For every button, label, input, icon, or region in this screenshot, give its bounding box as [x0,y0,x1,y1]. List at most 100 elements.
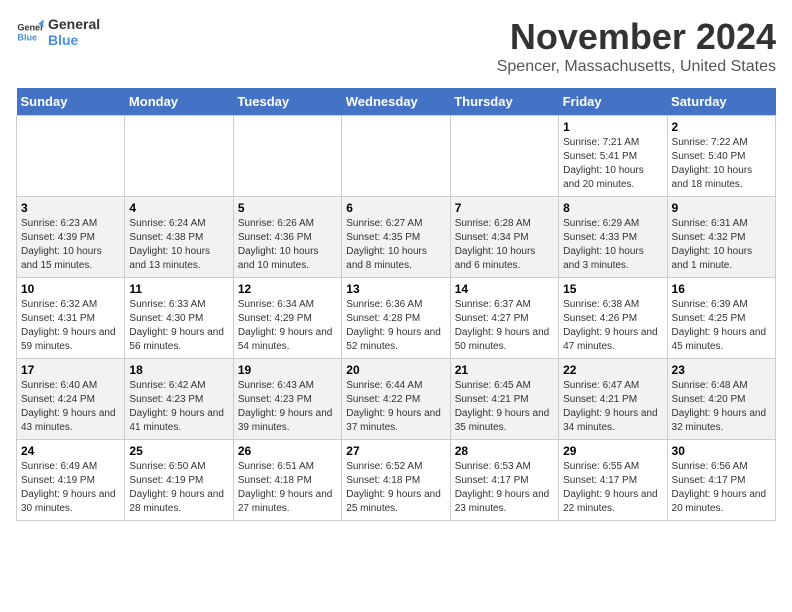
day-info: Sunrise: 6:39 AM Sunset: 4:25 PM Dayligh… [672,298,771,354]
calendar-cell: 11 Sunrise: 6:33 AM Sunset: 4:30 PM Dayli… [125,278,233,359]
location-title: Spencer, Massachusetts, United States [497,58,776,76]
day-info: Sunrise: 6:38 AM Sunset: 4:26 PM Dayligh… [563,298,662,354]
day-info: Sunrise: 6:32 AM Sunset: 4:31 PM Dayligh… [21,298,120,354]
day-info: Sunrise: 6:55 AM Sunset: 4:17 PM Dayligh… [563,460,662,516]
day-info: Sunrise: 6:24 AM Sunset: 4:38 PM Dayligh… [129,217,228,273]
calendar-week-row: 24 Sunrise: 6:49 AM Sunset: 4:19 PM Dayli… [17,440,776,521]
day-number: 27 [346,444,445,458]
calendar-cell: 17 Sunrise: 6:40 AM Sunset: 4:24 PM Dayli… [17,359,125,440]
day-info: Sunrise: 6:50 AM Sunset: 4:19 PM Dayligh… [129,460,228,516]
day-number: 15 [563,282,662,296]
day-number: 23 [672,363,771,377]
calendar-cell: 9 Sunrise: 6:31 AM Sunset: 4:32 PM Daylig… [667,197,775,278]
day-info: Sunrise: 6:47 AM Sunset: 4:21 PM Dayligh… [563,379,662,435]
day-info: Sunrise: 6:31 AM Sunset: 4:32 PM Dayligh… [672,217,771,273]
day-info: Sunrise: 6:43 AM Sunset: 4:23 PM Dayligh… [238,379,337,435]
calendar-cell: 2 Sunrise: 7:22 AM Sunset: 5:40 PM Daylig… [667,116,775,197]
calendar-cell: 16 Sunrise: 6:39 AM Sunset: 4:25 PM Dayli… [667,278,775,359]
day-number: 3 [21,201,120,215]
header-sunday: Sunday [17,88,125,116]
calendar-cell: 7 Sunrise: 6:28 AM Sunset: 4:34 PM Daylig… [450,197,558,278]
day-number: 24 [21,444,120,458]
day-number: 13 [346,282,445,296]
day-info: Sunrise: 6:26 AM Sunset: 4:36 PM Dayligh… [238,217,337,273]
calendar-header-row: SundayMondayTuesdayWednesdayThursdayFrid… [17,88,776,116]
calendar-cell: 4Sunrise: 6:24 AM Sunset: 4:38 PM Daylig… [125,197,233,278]
header-wednesday: Wednesday [342,88,450,116]
calendar-cell: 13 Sunrise: 6:36 AM Sunset: 4:28 PM Dayli… [342,278,450,359]
calendar-cell [450,116,558,197]
logo: General Blue General Blue [16,16,100,48]
day-number: 20 [346,363,445,377]
calendar-cell: 24 Sunrise: 6:49 AM Sunset: 4:19 PM Dayli… [17,440,125,521]
calendar-cell: 29 Sunrise: 6:55 AM Sunset: 4:17 PM Dayli… [559,440,667,521]
calendar-cell: 6 Sunrise: 6:27 AM Sunset: 4:35 PM Daylig… [342,197,450,278]
day-number: 25 [129,444,228,458]
calendar-cell: 14Sunrise: 6:37 AM Sunset: 4:27 PM Dayli… [450,278,558,359]
day-info: Sunrise: 7:22 AM Sunset: 5:40 PM Dayligh… [672,136,771,192]
day-number: 8 [563,201,662,215]
day-number: 30 [672,444,771,458]
svg-text:Blue: Blue [17,32,37,42]
day-info: Sunrise: 6:37 AM Sunset: 4:27 PM Dayligh… [455,298,554,354]
month-title: November 2024 [497,16,776,58]
header-monday: Monday [125,88,233,116]
day-info: Sunrise: 6:44 AM Sunset: 4:22 PM Dayligh… [346,379,445,435]
day-info: Sunrise: 6:23 AM Sunset: 4:39 PM Dayligh… [21,217,120,273]
page-header: General Blue General Blue November 2024 … [16,16,776,76]
day-number: 21 [455,363,554,377]
header-thursday: Thursday [450,88,558,116]
day-number: 26 [238,444,337,458]
day-number: 1 [563,120,662,134]
calendar-cell [233,116,341,197]
calendar-cell [125,116,233,197]
day-number: 17 [21,363,120,377]
day-number: 16 [672,282,771,296]
calendar-cell: 21 Sunrise: 6:45 AM Sunset: 4:21 PM Dayli… [450,359,558,440]
calendar-cell [342,116,450,197]
day-info: Sunrise: 6:29 AM Sunset: 4:33 PM Dayligh… [563,217,662,273]
calendar-cell: 25 Sunrise: 6:50 AM Sunset: 4:19 PM Dayli… [125,440,233,521]
day-info: Sunrise: 6:45 AM Sunset: 4:21 PM Dayligh… [455,379,554,435]
day-number: 11 [129,282,228,296]
calendar-week-row: 17 Sunrise: 6:40 AM Sunset: 4:24 PM Dayli… [17,359,776,440]
day-number: 22 [563,363,662,377]
logo-icon: General Blue [16,18,44,46]
calendar-cell: 5 Sunrise: 6:26 AM Sunset: 4:36 PM Daylig… [233,197,341,278]
day-number: 29 [563,444,662,458]
day-number: 6 [346,201,445,215]
day-info: Sunrise: 6:40 AM Sunset: 4:24 PM Dayligh… [21,379,120,435]
calendar-cell: 3 Sunrise: 6:23 AM Sunset: 4:39 PM Daylig… [17,197,125,278]
day-info: Sunrise: 6:28 AM Sunset: 4:34 PM Dayligh… [455,217,554,273]
title-block: November 2024 Spencer, Massachusetts, Un… [497,16,776,76]
day-info: Sunrise: 6:33 AM Sunset: 4:30 PM Dayligh… [129,298,228,354]
day-number: 18 [129,363,228,377]
calendar-cell: 10 Sunrise: 6:32 AM Sunset: 4:31 PM Dayli… [17,278,125,359]
day-info: Sunrise: 6:52 AM Sunset: 4:18 PM Dayligh… [346,460,445,516]
day-info: Sunrise: 7:21 AM Sunset: 5:41 PM Dayligh… [563,136,662,192]
calendar-cell: 15 Sunrise: 6:38 AM Sunset: 4:26 PM Dayli… [559,278,667,359]
calendar-week-row: 10 Sunrise: 6:32 AM Sunset: 4:31 PM Dayli… [17,278,776,359]
calendar-cell: 20 Sunrise: 6:44 AM Sunset: 4:22 PM Dayli… [342,359,450,440]
day-number: 10 [21,282,120,296]
calendar-cell: 23Sunrise: 6:48 AM Sunset: 4:20 PM Dayli… [667,359,775,440]
day-number: 5 [238,201,337,215]
day-number: 9 [672,201,771,215]
calendar-cell: 22 Sunrise: 6:47 AM Sunset: 4:21 PM Dayli… [559,359,667,440]
day-info: Sunrise: 6:51 AM Sunset: 4:18 PM Dayligh… [238,460,337,516]
calendar-cell: 12Sunrise: 6:34 AM Sunset: 4:29 PM Dayli… [233,278,341,359]
day-info: Sunrise: 6:49 AM Sunset: 4:19 PM Dayligh… [21,460,120,516]
day-info: Sunrise: 6:42 AM Sunset: 4:23 PM Dayligh… [129,379,228,435]
calendar-cell: 28Sunrise: 6:53 AM Sunset: 4:17 PM Dayli… [450,440,558,521]
header-friday: Friday [559,88,667,116]
day-number: 2 [672,120,771,134]
day-number: 7 [455,201,554,215]
calendar-cell: 18 Sunrise: 6:42 AM Sunset: 4:23 PM Dayli… [125,359,233,440]
day-info: Sunrise: 6:53 AM Sunset: 4:17 PM Dayligh… [455,460,554,516]
day-info: Sunrise: 6:36 AM Sunset: 4:28 PM Dayligh… [346,298,445,354]
day-info: Sunrise: 6:27 AM Sunset: 4:35 PM Dayligh… [346,217,445,273]
calendar-week-row: 3 Sunrise: 6:23 AM Sunset: 4:39 PM Daylig… [17,197,776,278]
calendar-week-row: 1 Sunrise: 7:21 AM Sunset: 5:41 PM Daylig… [17,116,776,197]
calendar-cell: 30Sunrise: 6:56 AM Sunset: 4:17 PM Dayli… [667,440,775,521]
logo-line2: Blue [48,32,100,48]
